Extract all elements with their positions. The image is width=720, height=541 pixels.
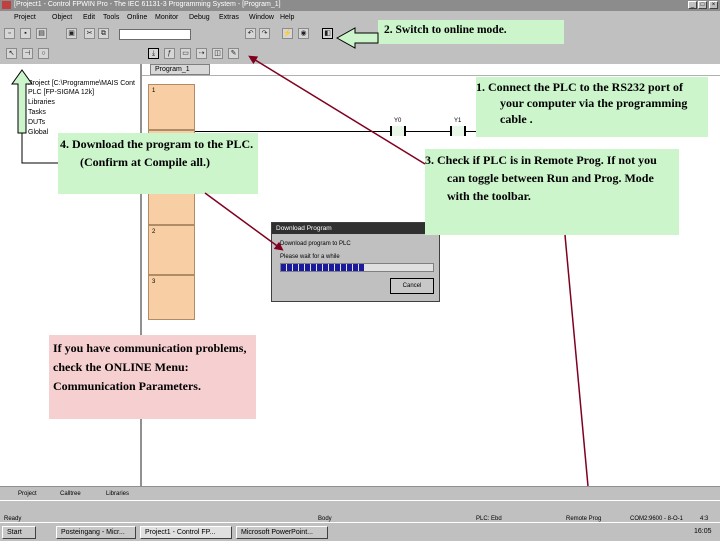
task-label: Project1 - Control FP... bbox=[145, 529, 216, 536]
start-button[interactable]: Start bbox=[2, 526, 36, 539]
tab-project[interactable]: Project bbox=[18, 489, 37, 499]
arrow-check-remote-to-status bbox=[564, 234, 595, 513]
task-label: Posteingang - Micr... bbox=[61, 529, 125, 536]
annotation-arrows bbox=[11, 27, 595, 513]
task-posteingang[interactable]: Posteingang - Micr... bbox=[56, 526, 136, 539]
arrow-to-plc-port bbox=[11, 69, 33, 134]
tab-calltree[interactable]: Calltree bbox=[60, 489, 81, 499]
tab-libraries[interactable]: Libraries bbox=[106, 489, 129, 499]
arrow-check-remote-to-toolbar bbox=[248, 55, 426, 165]
arrow-to-online-mode-icon bbox=[335, 27, 379, 49]
task-fpwin[interactable]: Project1 - Control FP... bbox=[140, 526, 232, 539]
navigator-tabs: Project Calltree Libraries bbox=[0, 486, 720, 501]
start-label: Start bbox=[7, 529, 22, 536]
arrow-to-download-icon bbox=[21, 133, 58, 164]
task-powerpoint[interactable]: Microsoft PowerPoint... bbox=[236, 526, 328, 539]
taskbar: Start Posteingang - Micr... Project1 - C… bbox=[0, 522, 720, 541]
task-label: Microsoft PowerPoint... bbox=[241, 529, 313, 536]
clock: 16:05 bbox=[694, 528, 712, 535]
arrow-download-to-dialog bbox=[204, 192, 284, 251]
status-bar: Ready Body PLC: Ebd Remote Prog COM2:960… bbox=[0, 500, 720, 523]
